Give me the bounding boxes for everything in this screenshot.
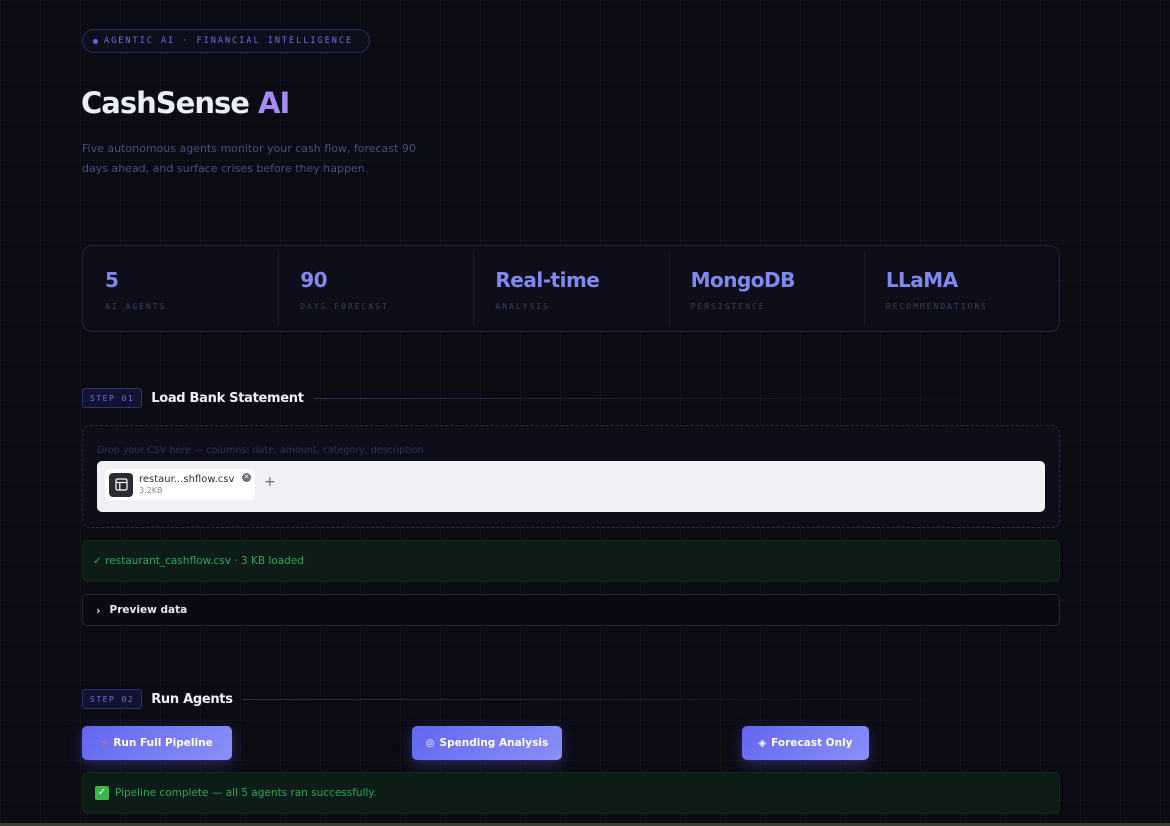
lightning-icon: ⚡	[101, 737, 109, 749]
file-meta: restaur...shflow.csv 3.2KB	[139, 474, 234, 495]
stat-value: LLaMA	[885, 268, 958, 292]
stat-label: ANALYSIS	[495, 302, 550, 311]
divider	[242, 698, 1003, 700]
stat-persistence: MongoDB PERSISTENCE	[668, 246, 864, 331]
close-icon[interactable]: ✕	[242, 473, 251, 482]
step-02-header: STEP 02 Run Agents	[82, 689, 1060, 709]
step-pill: STEP 02	[82, 689, 143, 709]
button-label: Run Full Pipeline	[113, 737, 213, 749]
pipeline-complete-alert: ✓ Pipeline complete — all 5 agents ran s…	[82, 772, 1060, 814]
forecast-only-button[interactable]: ◈ Forecast Only	[742, 726, 869, 760]
file-name: restaur...shflow.csv	[139, 474, 235, 485]
stat-label: PERSISTENCE	[690, 302, 766, 311]
table-file-icon	[109, 472, 133, 497]
add-file-button[interactable]: +	[264, 474, 276, 490]
dropzone-hint: Drop your CSV here — columns: date, amou…	[97, 445, 424, 456]
step-title: Load Bank Statement	[151, 390, 304, 406]
app-title-main: CashSense	[81, 86, 250, 120]
dot-icon	[93, 38, 98, 44]
file-size: 3.2KB	[139, 486, 163, 495]
hero-badge: AGENTIC AI · FINANCIAL INTELLIGENCE	[82, 29, 370, 53]
file-loaded-alert: ✓ restaurant_cashflow.csv · 3 KB loaded	[82, 540, 1060, 582]
app-title: CashSense AI	[81, 86, 290, 120]
stat-ai-agents: 5 AI AGENTS	[83, 246, 278, 331]
step-pill: STEP 01	[82, 388, 143, 408]
preview-data-expander[interactable]: › Preview data	[82, 594, 1060, 626]
stat-label: RECOMMENDATIONS	[885, 302, 989, 311]
chevron-right-icon: ›	[96, 603, 101, 617]
file-uploader[interactable]: restaur...shflow.csv 3.2KB ✕ +	[97, 461, 1045, 512]
target-icon: ◎	[425, 737, 435, 749]
app-title-accent: AI	[258, 86, 290, 120]
stat-value: 5	[105, 268, 119, 292]
stat-days-forecast: 90 DAYS FORECAST	[278, 246, 473, 331]
app-subtitle: Five autonomous agents monitor your cash…	[82, 142, 416, 175]
run-full-pipeline-button[interactable]: ⚡ Run Full Pipeline	[82, 726, 232, 760]
stat-value: Real-time	[495, 268, 600, 292]
stat-label: DAYS FORECAST	[300, 302, 389, 311]
diamond-icon: ◈	[758, 737, 767, 749]
stat-analysis: Real-time ANALYSIS	[473, 246, 668, 331]
step-title: Run Agents	[151, 691, 233, 707]
spending-analysis-button[interactable]: ◎ Spending Analysis	[412, 726, 562, 760]
step-01-header: STEP 01 Load Bank Statement	[82, 388, 1060, 408]
uploaded-file-chip: restaur...shflow.csv 3.2KB ✕	[105, 469, 255, 500]
preview-data-label: Preview data	[109, 604, 188, 616]
pipeline-complete-text: Pipeline complete — all 5 agents ran suc…	[115, 787, 377, 799]
button-label: Forecast Only	[771, 737, 853, 749]
csv-dropzone[interactable]: Drop your CSV here — columns: date, amou…	[82, 425, 1060, 528]
stat-value: MongoDB	[690, 268, 796, 292]
check-box-icon: ✓	[95, 786, 109, 800]
stat-label: AI AGENTS	[105, 302, 167, 311]
stats-bar: 5 AI AGENTS 90 DAYS FORECAST Real-time A…	[82, 245, 1060, 332]
stat-recommendations: LLaMA RECOMMENDATIONS	[863, 246, 1059, 331]
stat-value: 90	[300, 268, 328, 292]
hero-badge-text: AGENTIC AI · FINANCIAL INTELLIGENCE	[104, 36, 354, 46]
button-label: Spending Analysis	[439, 737, 549, 749]
divider	[313, 397, 1004, 399]
